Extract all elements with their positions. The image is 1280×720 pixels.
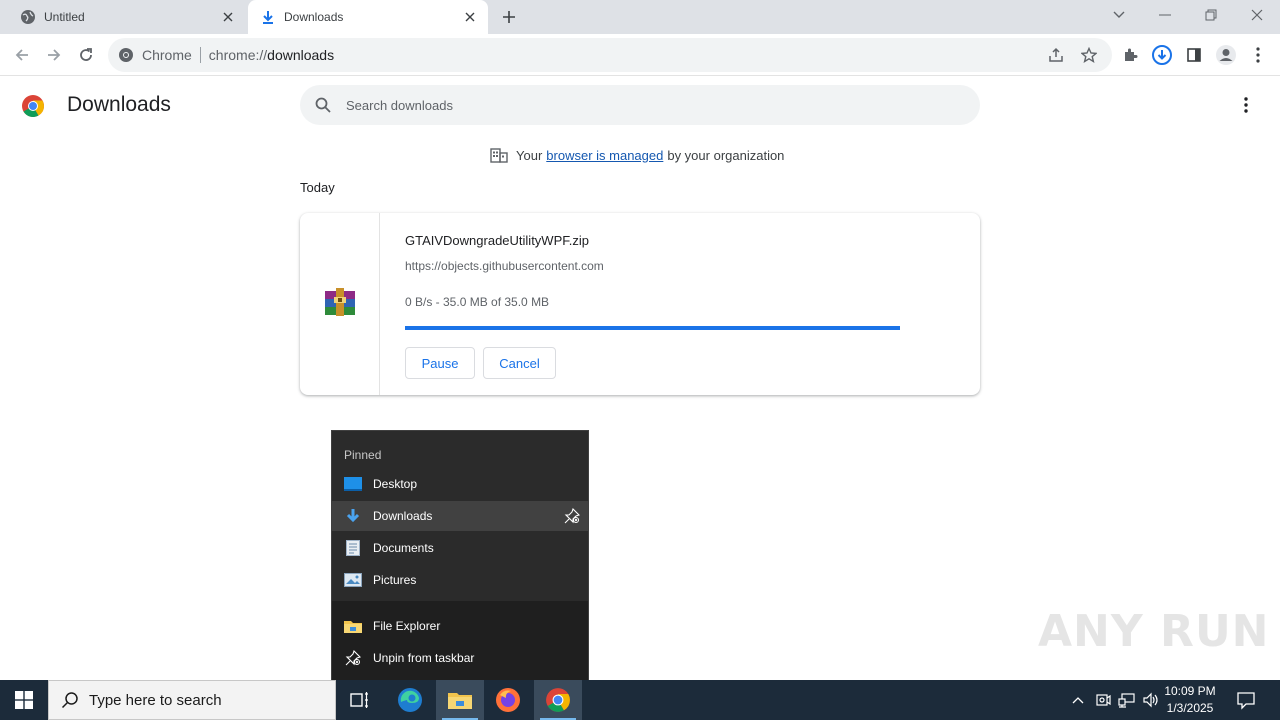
unpin-icon[interactable] bbox=[564, 507, 581, 524]
meet-now-icon[interactable] bbox=[1093, 690, 1113, 710]
browser-toolbar: Chrome chrome:// downloads bbox=[0, 34, 1280, 76]
jumplist-item-label: Downloads bbox=[373, 509, 433, 523]
chrome-taskbar-icon[interactable] bbox=[534, 680, 582, 720]
jumplist-item-label: Pictures bbox=[373, 573, 417, 587]
clock-time: 10:09 PM bbox=[1164, 684, 1216, 698]
globe-icon bbox=[20, 9, 36, 25]
more-actions-icon[interactable] bbox=[1234, 93, 1258, 117]
forward-button[interactable] bbox=[40, 41, 68, 69]
winrar-archive-icon bbox=[323, 285, 357, 324]
page-title: Downloads bbox=[67, 93, 171, 116]
search-icon bbox=[61, 691, 79, 709]
chrome-site-icon bbox=[118, 47, 134, 63]
downloads-folder-icon bbox=[344, 507, 362, 525]
windows-taskbar: Type here to search 10:09 PM 1/3/2025 bbox=[0, 680, 1280, 720]
jumplist-item-pictures[interactable]: Pictures bbox=[332, 565, 588, 595]
download-progress-bar bbox=[405, 326, 900, 330]
tab-title: Downloads bbox=[284, 10, 344, 24]
address-bar[interactable]: Chrome chrome:// downloads bbox=[108, 38, 1112, 72]
back-button[interactable] bbox=[8, 41, 36, 69]
managed-prefix: Your bbox=[516, 147, 543, 163]
tab-search-button[interactable] bbox=[1096, 0, 1142, 30]
jumplist-actions-area: File Explorer Unpin from taskbar bbox=[332, 601, 588, 681]
pinned-heading: Pinned bbox=[344, 448, 382, 462]
taskbar-jump-list: Pinned Desktop Downloads Documents Pictu… bbox=[331, 430, 589, 681]
site-label: Chrome bbox=[142, 47, 192, 63]
close-icon[interactable] bbox=[462, 9, 478, 25]
downloads-toolbar-icon[interactable] bbox=[1148, 41, 1176, 69]
jumplist-item-downloads[interactable]: Downloads bbox=[332, 501, 588, 531]
share-icon[interactable] bbox=[1048, 47, 1064, 66]
jumplist-item-desktop[interactable]: Desktop bbox=[332, 469, 588, 499]
edge-browser-icon[interactable] bbox=[386, 680, 434, 720]
jumplist-action-file-explorer[interactable]: File Explorer bbox=[332, 611, 588, 641]
reload-button[interactable] bbox=[72, 41, 100, 69]
notifications-icon[interactable] bbox=[1236, 690, 1258, 710]
jumplist-item-label: Desktop bbox=[373, 477, 418, 491]
tab-title: Untitled bbox=[44, 10, 85, 24]
download-source-url[interactable]: https://objects.githubusercontent.com bbox=[405, 259, 604, 273]
tab-strip: Untitled Downloads bbox=[0, 0, 1280, 34]
managed-suffix: by your organization bbox=[667, 147, 785, 163]
tab-untitled[interactable]: Untitled bbox=[8, 0, 246, 34]
restore-button[interactable] bbox=[1188, 0, 1234, 30]
network-icon[interactable] bbox=[1117, 690, 1137, 710]
download-status: 0 B/s - 35.0 MB of 35.0 MB bbox=[405, 295, 550, 309]
download-filename[interactable]: GTAIVDowngradeUtilityWPF.zip bbox=[405, 233, 589, 248]
file-explorer-icon bbox=[344, 617, 362, 635]
desktop-folder-icon bbox=[344, 475, 362, 493]
jumplist-item-documents[interactable]: Documents bbox=[332, 533, 588, 563]
file-explorer-taskbar-icon[interactable] bbox=[436, 680, 484, 720]
anyrun-watermark: ANY RUN bbox=[1038, 606, 1270, 657]
documents-folder-icon bbox=[344, 539, 362, 557]
download-progress-fill bbox=[405, 326, 900, 330]
taskbar-search-placeholder: Type here to search bbox=[89, 691, 222, 709]
url-host: downloads bbox=[267, 47, 335, 63]
url-scheme: chrome:// bbox=[208, 47, 268, 63]
new-tab-button[interactable] bbox=[498, 6, 520, 28]
windows-start-icon[interactable] bbox=[0, 680, 48, 720]
chrome-logo-icon bbox=[21, 94, 45, 118]
taskbar-search-box[interactable]: Type here to search bbox=[48, 680, 336, 720]
bookmark-star-icon[interactable] bbox=[1080, 46, 1098, 66]
date-heading: Today bbox=[300, 180, 335, 195]
clock-date: 1/3/2025 bbox=[1166, 701, 1214, 715]
extensions-puzzle-icon[interactable] bbox=[1116, 41, 1144, 69]
jumplist-action-label: File Explorer bbox=[373, 619, 441, 633]
search-downloads[interactable] bbox=[300, 85, 980, 125]
search-input[interactable] bbox=[346, 97, 946, 113]
jumplist-item-label: Documents bbox=[373, 541, 434, 555]
browser-managed-link[interactable]: browser is managed bbox=[546, 148, 663, 163]
side-panel-icon[interactable] bbox=[1180, 41, 1208, 69]
jumplist-action-unpin[interactable]: Unpin from taskbar bbox=[332, 643, 588, 673]
task-view-icon[interactable] bbox=[336, 680, 384, 720]
minimize-button[interactable] bbox=[1142, 0, 1188, 30]
building-icon bbox=[490, 146, 508, 164]
cancel-button[interactable]: Cancel bbox=[483, 347, 556, 379]
close-icon[interactable] bbox=[220, 9, 236, 25]
jumplist-action-label: Unpin from taskbar bbox=[373, 651, 475, 665]
pause-button[interactable]: Pause bbox=[405, 347, 475, 379]
chrome-menu-icon[interactable] bbox=[1244, 41, 1272, 69]
close-window-button[interactable] bbox=[1234, 0, 1280, 30]
omnibox-separator bbox=[199, 47, 201, 63]
download-item-card: GTAIVDowngradeUtilityWPF.zip https://obj… bbox=[300, 213, 980, 395]
tab-downloads[interactable]: Downloads bbox=[248, 0, 488, 34]
unpin-icon bbox=[344, 649, 362, 667]
firefox-icon[interactable] bbox=[484, 680, 532, 720]
search-icon bbox=[314, 96, 332, 114]
file-icon-column bbox=[300, 213, 380, 395]
profile-avatar-icon[interactable] bbox=[1212, 41, 1240, 69]
taskbar-clock[interactable]: 10:09 PM 1/3/2025 bbox=[1158, 683, 1222, 717]
show-hidden-icons-chevron-up-icon[interactable] bbox=[1068, 690, 1088, 710]
pictures-folder-icon bbox=[344, 571, 362, 589]
managed-notice: Your browser is managed by your organiza… bbox=[490, 146, 784, 164]
download-icon bbox=[260, 9, 276, 25]
